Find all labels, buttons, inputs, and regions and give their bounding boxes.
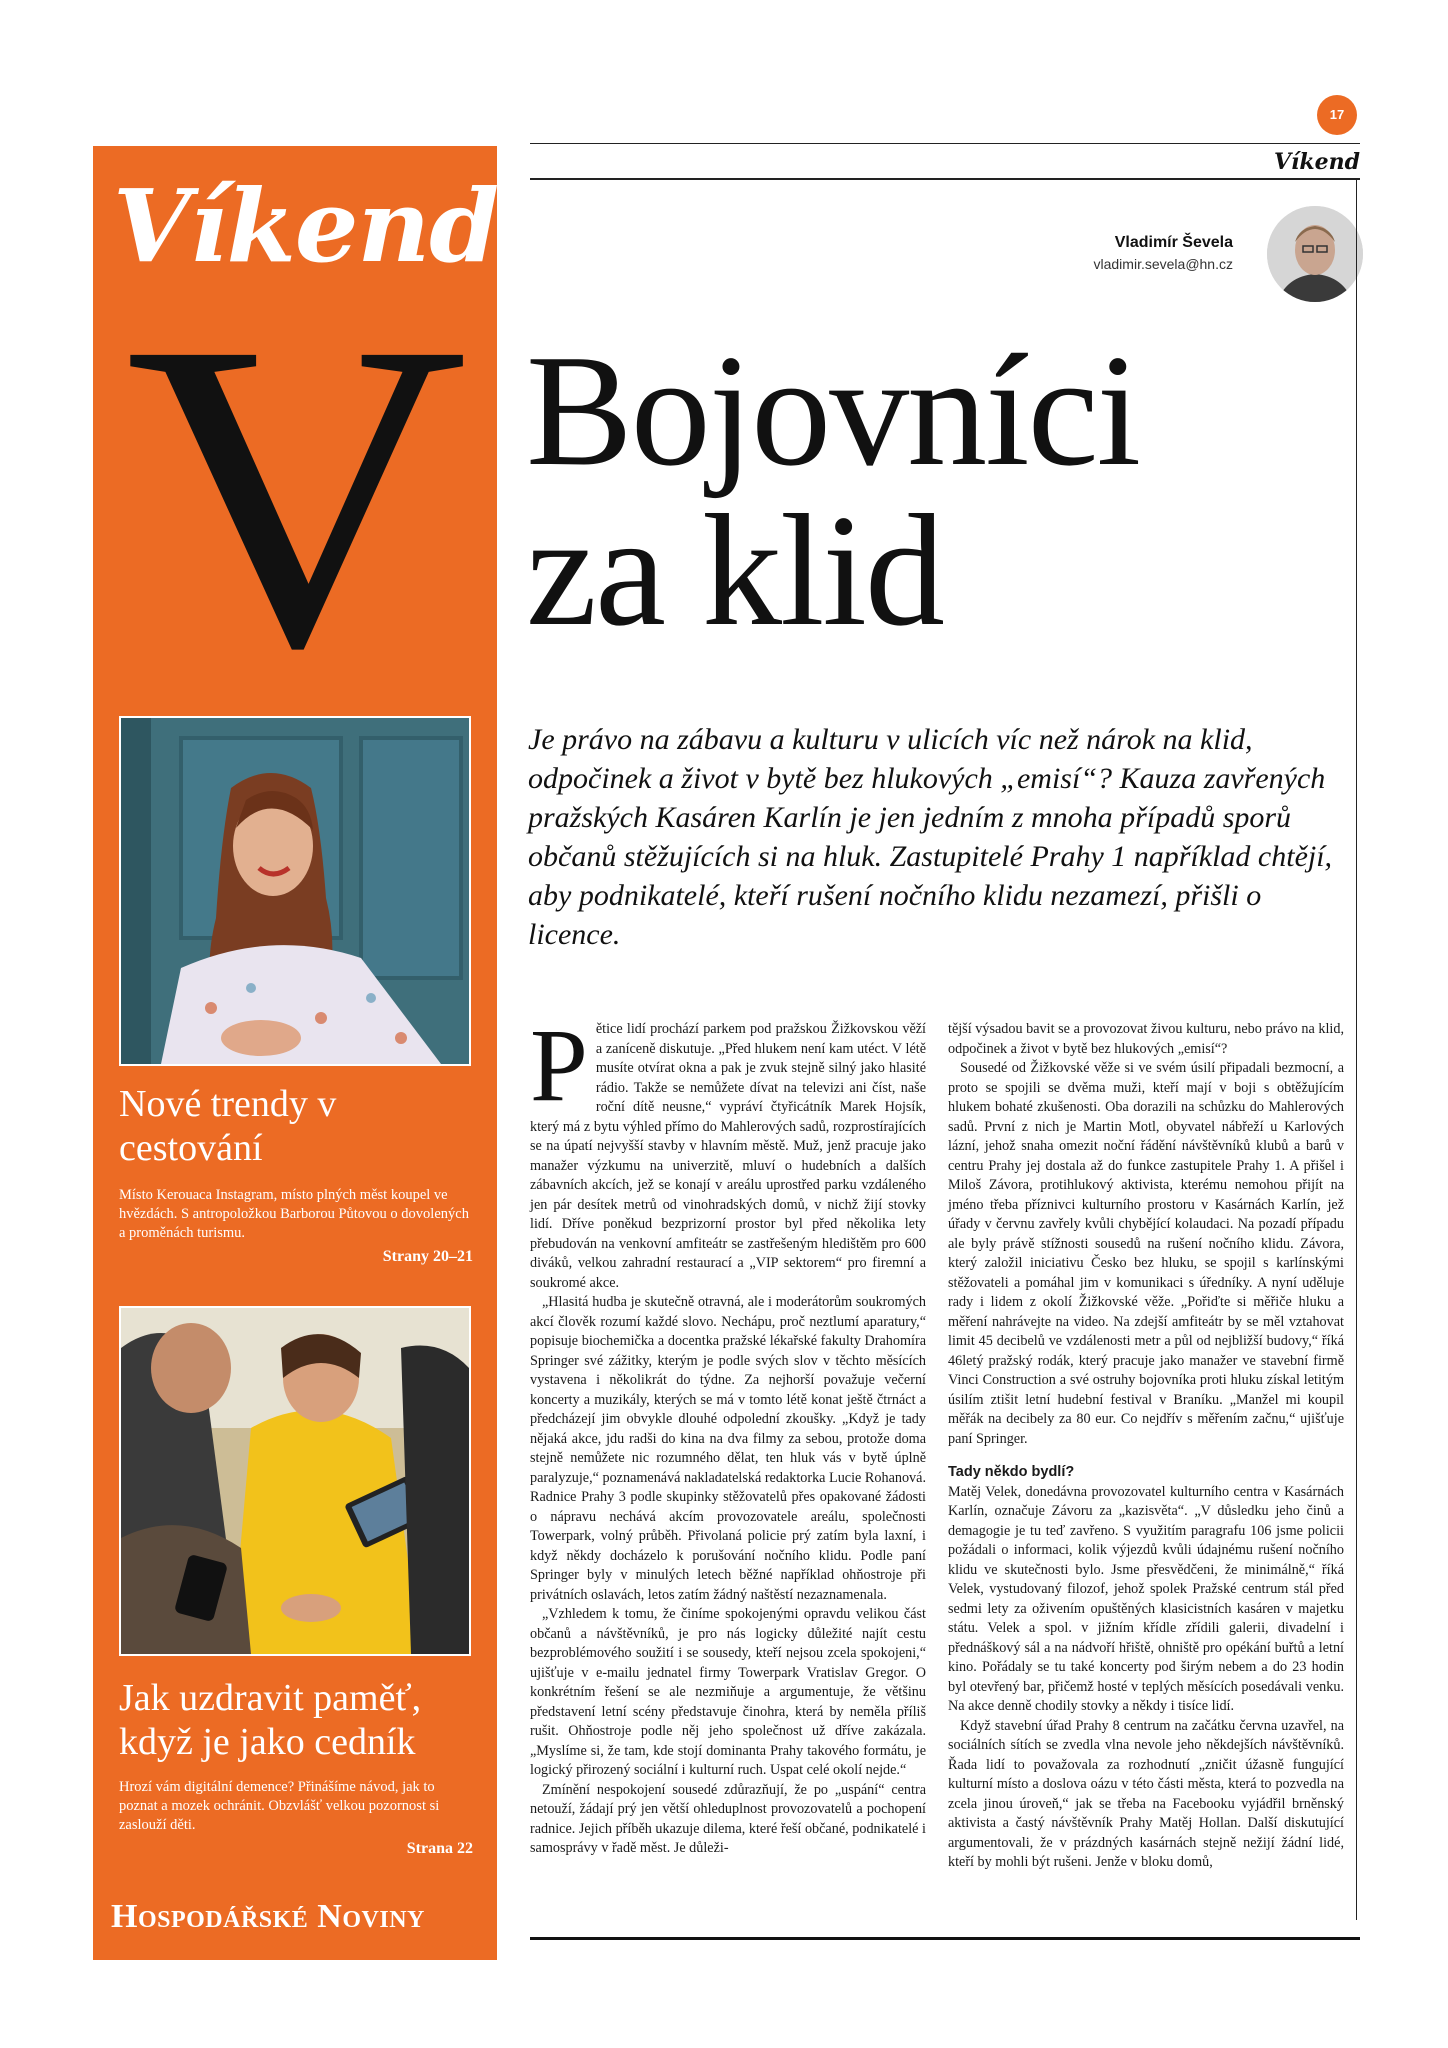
- teaser1-headline[interactable]: Nové trendy v cestování: [119, 1082, 479, 1170]
- article-subheading: Tady někdo bydlí?: [948, 1464, 1075, 1480]
- author-portrait-image: [1267, 206, 1363, 302]
- headline-line-2: za klid: [526, 481, 945, 659]
- teaser1-description: Místo Kerouaca Instagram, místo plných m…: [119, 1187, 469, 1241]
- sidebar-big-letter: V: [125, 252, 469, 739]
- article-column-1: Pětice lidí prochází parkem pod pražskou…: [530, 1008, 926, 1859]
- paragraph: Matěj Velek, donedávna provozovatel kult…: [948, 1483, 1344, 1715]
- paragraph: „Hlasitá hudba je skutečně otravná, ale …: [530, 1294, 926, 1603]
- paragraph: „Vzhledem k tomu, že činíme spokojenými …: [530, 1606, 926, 1778]
- teaser1-photo[interactable]: [119, 716, 471, 1066]
- right-column-rule: [1356, 180, 1357, 1920]
- article-column-2: tější výsadou bavit se a provozovat živo…: [948, 1020, 1344, 1873]
- author-name: Vladimír Ševela: [1114, 234, 1233, 251]
- woman-portrait-image: [121, 718, 469, 1064]
- paragraph: Zmínění nespokojení sousedé zdůrazňují, …: [530, 1781, 926, 1857]
- sidebar: Víkend V Nové trendy v cestování Místo K…: [93, 146, 497, 1960]
- teaser2-pages[interactable]: Strana 22: [407, 1840, 473, 1858]
- newspaper-logo: Hospodářské Noviny: [111, 1898, 425, 1935]
- bottom-divider: [530, 1937, 1360, 1940]
- teaser1-pages[interactable]: Strany 20–21: [383, 1248, 473, 1266]
- page-number-badge: 17: [1317, 95, 1357, 135]
- paragraph: Když stavební úřad Prahy 8 centrum na za…: [948, 1717, 1344, 1871]
- top-divider: [530, 143, 1360, 144]
- teaser2-photo[interactable]: [119, 1306, 471, 1656]
- article-lede: Je právo na zábavu a kulturu v ulicích v…: [528, 723, 1333, 951]
- teaser2-description: Hrozí vám digitální demence? Přinášíme n…: [119, 1779, 440, 1833]
- headline-line-1: Bojovníci: [526, 321, 1141, 499]
- section-divider: [530, 178, 1360, 180]
- drop-cap: P: [530, 1008, 588, 1123]
- article-headline: Bojovníci za klid: [526, 321, 1141, 659]
- paragraph: tější výsadou bavit se a provozovat živo…: [948, 1021, 1344, 1057]
- teaser2-headline[interactable]: Jak uzdravit paměť, když je jako cedník: [119, 1676, 479, 1764]
- paragraph: Sousedé od Žižkovské věže si ve svém úsi…: [948, 1060, 1344, 1447]
- people-with-devices-image: [121, 1308, 469, 1654]
- author-avatar: [1267, 206, 1363, 302]
- author-email[interactable]: vladimir.sevela@hn.cz: [1094, 256, 1234, 272]
- section-tag: Víkend: [1273, 149, 1360, 175]
- paragraph: Pětice lidí prochází parkem pod pražskou…: [530, 1008, 926, 1291]
